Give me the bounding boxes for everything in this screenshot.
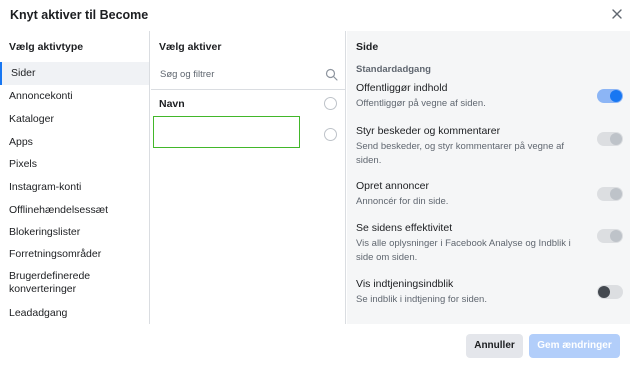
- name-column-header: Navn: [159, 98, 185, 110]
- cancel-button[interactable]: Annuller: [466, 334, 523, 358]
- asset-type-column: Vælg aktivtype Sider Annoncekonti Kataloge…: [0, 31, 150, 324]
- permission-title: Opret annoncer: [356, 180, 429, 192]
- asset-type-item[interactable]: Annoncekonti: [0, 85, 149, 106]
- toggle-knob: [610, 90, 622, 102]
- dialog-footer: Annuller Gem ændringer: [0, 324, 640, 365]
- asset-type-item[interactable]: Instagram-konti: [0, 176, 149, 197]
- dialog-title: Knyt aktiver til Become: [10, 8, 149, 22]
- permissions-heading: Side: [356, 41, 379, 53]
- toggle-knob: [610, 133, 622, 145]
- permission-description: Send beskeder, og styr kommentarer på ve…: [356, 141, 565, 166]
- permission-title: Offentliggør indhold: [356, 82, 448, 94]
- standard-access-heading: Standardadgang: [356, 64, 431, 75]
- asset-type-item[interactable]: Forretningsområder: [0, 243, 149, 264]
- permission-toggle[interactable]: [597, 132, 623, 146]
- asset-type-item[interactable]: Pixels: [0, 153, 149, 174]
- permission-description: Offentliggør på vegne af siden.: [356, 98, 486, 109]
- toggle-knob: [610, 188, 622, 200]
- permission-toggle[interactable]: [597, 89, 623, 103]
- permission-description: Annoncér for din side.: [356, 196, 449, 207]
- asset-heading: Vælg aktiver: [159, 41, 222, 53]
- dialog-header: Knyt aktiver til Become: [0, 0, 640, 30]
- permission-toggle[interactable]: [597, 229, 623, 243]
- asset-type-item[interactable]: Blokeringslister: [0, 221, 149, 242]
- permissions-panel: Side Standardadgang Offentliggør indhold…: [347, 31, 630, 324]
- asset-type-item[interactable]: Sider: [0, 62, 149, 85]
- permission-title: Styr beskeder og kommentarer: [356, 125, 501, 137]
- asset-row-radio[interactable]: [324, 128, 337, 141]
- select-all-radio[interactable]: [324, 97, 337, 110]
- asset-type-item[interactable]: Brugerdefinerede konverteringer: [0, 268, 149, 298]
- asset-column: Vælg aktiver Søg og filtrer Navn: [151, 31, 346, 324]
- search-input[interactable]: Søg og filtrer: [160, 69, 214, 80]
- permission-title: Se sidens effektivitet: [356, 222, 453, 234]
- permission-toggle[interactable]: [597, 285, 623, 299]
- asset-type-item[interactable]: Offlinehændelsessæt: [0, 199, 149, 220]
- toggle-knob: [598, 286, 610, 298]
- asset-type-item[interactable]: Leadadgang: [0, 302, 149, 323]
- search-icon: [325, 68, 338, 81]
- save-button[interactable]: Gem ændringer: [529, 334, 620, 358]
- permission-toggle[interactable]: [597, 187, 623, 201]
- asset-type-heading: Vælg aktivtype: [9, 41, 84, 53]
- search-divider: [151, 89, 346, 90]
- close-icon[interactable]: [609, 6, 625, 22]
- permission-description: Vis alle oplysninger i Facebook Analyse …: [356, 238, 571, 263]
- asset-type-item[interactable]: Apps: [0, 131, 149, 152]
- permission-title: Vis indtjeningsindblik: [356, 278, 454, 290]
- permission-description: Se indblik i indtjening for siden.: [356, 294, 487, 305]
- toggle-knob: [610, 230, 622, 242]
- asset-type-item[interactable]: Kataloger: [0, 108, 149, 129]
- asset-row-highlight[interactable]: [153, 116, 300, 148]
